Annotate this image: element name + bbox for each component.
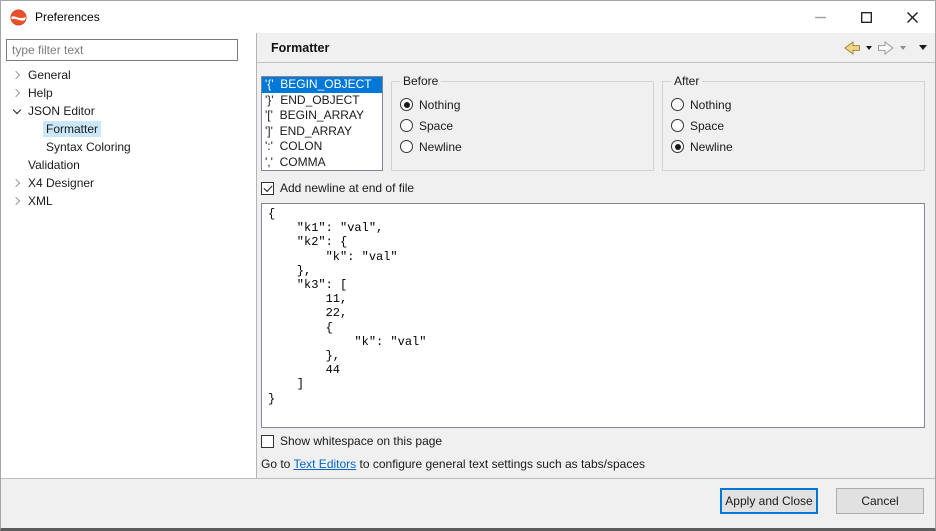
token-item-colon[interactable]: ':' COLON — [262, 139, 382, 155]
token-item-begin-object[interactable]: '{' BEGIN_OBJECT — [262, 77, 382, 93]
dialog-footer: Apply and Close Cancel — [1, 478, 935, 528]
radio-label: Nothing — [419, 98, 460, 112]
tree-item-syntax-coloring[interactable]: Syntax Coloring — [1, 138, 256, 156]
radio-unchecked-icon — [671, 98, 684, 111]
forward-arrow-icon[interactable] — [877, 41, 895, 55]
after-group: After Nothing Space Newline — [662, 81, 925, 171]
radio-label: Nothing — [690, 98, 731, 112]
before-group: Before Nothing Space Newline — [391, 81, 654, 171]
radio-label: Space — [690, 119, 724, 133]
before-radio-nothing[interactable]: Nothing — [400, 94, 653, 115]
text-editors-link[interactable]: Text Editors — [293, 457, 356, 471]
add-newline-checkbox[interactable]: Add newline at end of file — [261, 180, 925, 196]
tree-item-x4-designer[interactable]: X4 Designer — [1, 174, 256, 192]
checkbox-checked-icon — [261, 182, 274, 195]
tree-item-json-editor[interactable]: JSON Editor — [1, 102, 256, 120]
token-item-end-object[interactable]: '}' END_OBJECT — [262, 93, 382, 109]
formatter-panel: Formatter '{' BEGIN — [257, 33, 935, 478]
after-radio-space[interactable]: Space — [671, 115, 924, 136]
page-header: Formatter — [257, 33, 935, 63]
token-item-end-array[interactable]: ']' END_ARRAY — [262, 124, 382, 140]
apply-and-close-button[interactable]: Apply and Close — [720, 488, 818, 514]
title-bar: Preferences — [1, 1, 935, 33]
goto-suffix: to configure general text settings such … — [356, 457, 645, 471]
chevron-spacer — [9, 157, 25, 173]
tree-item-label: Help — [25, 85, 56, 101]
tree-item-label: General — [25, 67, 74, 83]
tree-item-label: Syntax Coloring — [43, 139, 134, 155]
goto-text-editors-line: Go to Text Editors to configure general … — [261, 457, 925, 471]
after-group-label: After — [671, 74, 702, 88]
before-radio-newline[interactable]: Newline — [400, 136, 653, 157]
tree-item-label: XML — [25, 193, 56, 209]
view-menu-dropdown-icon[interactable] — [919, 45, 927, 50]
tree-item-label: X4 Designer — [25, 175, 97, 191]
forward-history-dropdown-icon[interactable] — [900, 46, 906, 50]
radio-unchecked-icon — [671, 119, 684, 132]
tree-item-label: Validation — [25, 157, 83, 173]
radio-checked-icon — [671, 140, 684, 153]
chevron-down-icon[interactable] — [9, 103, 25, 119]
goto-prefix: Go to — [261, 457, 293, 471]
minimize-button[interactable] — [797, 1, 843, 33]
before-radio-space[interactable]: Space — [400, 115, 653, 136]
tree-item-xml[interactable]: XML — [1, 192, 256, 210]
close-button[interactable] — [889, 1, 935, 33]
checkbox-unchecked-icon — [261, 435, 274, 448]
after-radio-newline[interactable]: Newline — [671, 136, 924, 157]
app-logo-icon — [10, 9, 27, 26]
json-preview-area[interactable]: { "k1": "val", "k2": { "k": "val" }, "k3… — [261, 203, 925, 428]
maximize-button[interactable] — [843, 1, 889, 33]
radio-label: Newline — [419, 140, 462, 154]
radio-label: Newline — [690, 140, 733, 154]
filter-input[interactable] — [6, 39, 238, 61]
preferences-tree: General Help JSON Editor Formatter Synta… — [1, 66, 256, 210]
checkbox-label: Show whitespace on this page — [280, 434, 442, 448]
main-area: General Help JSON Editor Formatter Synta… — [1, 33, 935, 478]
radio-label: Space — [419, 119, 453, 133]
chevron-right-icon[interactable] — [9, 175, 25, 191]
chevron-right-icon[interactable] — [9, 67, 25, 83]
maximize-icon — [861, 12, 872, 23]
minimize-icon — [815, 12, 826, 23]
tree-item-label: JSON Editor — [25, 103, 98, 119]
tree-item-validation[interactable]: Validation — [1, 156, 256, 174]
checkbox-label: Add newline at end of file — [280, 181, 414, 195]
radio-checked-icon — [400, 98, 413, 111]
chevron-right-icon[interactable] — [9, 85, 25, 101]
radio-unchecked-icon — [400, 119, 413, 132]
back-arrow-icon[interactable] — [843, 41, 861, 55]
tree-item-formatter[interactable]: Formatter — [1, 120, 256, 138]
before-group-label: Before — [400, 74, 441, 88]
page-title: Formatter — [271, 41, 329, 55]
preferences-sidebar: General Help JSON Editor Formatter Synta… — [1, 33, 257, 478]
token-item-begin-array[interactable]: '[' BEGIN_ARRAY — [262, 108, 382, 124]
preferences-dialog: Preferences General — [0, 0, 936, 531]
page-body: '{' BEGIN_OBJECT '}' END_OBJECT '[' BEGI… — [257, 63, 935, 478]
tree-item-general[interactable]: General — [1, 66, 256, 84]
cancel-button[interactable]: Cancel — [836, 488, 924, 514]
radio-unchecked-icon — [400, 140, 413, 153]
window-title: Preferences — [35, 10, 100, 24]
tree-item-label-selected: Formatter — [43, 121, 101, 137]
chevron-right-icon[interactable] — [9, 193, 25, 209]
back-history-dropdown-icon[interactable] — [866, 46, 872, 50]
show-whitespace-checkbox[interactable]: Show whitespace on this page — [261, 433, 925, 449]
close-icon — [907, 12, 918, 23]
token-list: '{' BEGIN_OBJECT '}' END_OBJECT '[' BEGI… — [261, 76, 383, 171]
token-item-comma[interactable]: ',' COMMA — [262, 155, 382, 171]
tree-item-help[interactable]: Help — [1, 84, 256, 102]
after-radio-nothing[interactable]: Nothing — [671, 94, 924, 115]
